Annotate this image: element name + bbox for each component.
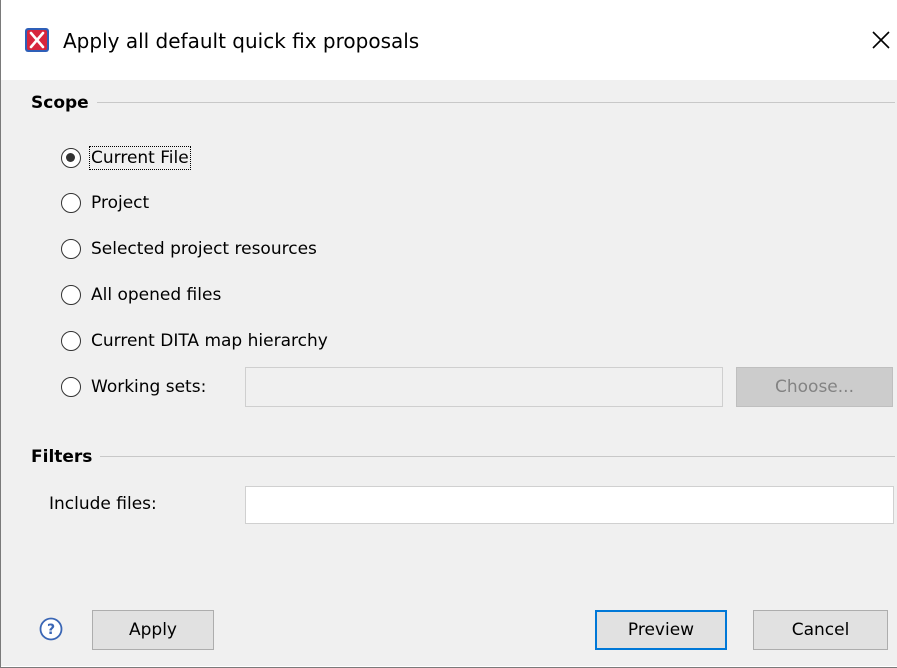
include-files-label: Include files: xyxy=(49,494,157,514)
oxygen-x-logo-icon xyxy=(25,28,49,52)
radio-current-file[interactable]: Current File xyxy=(61,145,191,171)
choose-button: Choose... xyxy=(736,367,893,407)
radio-all-opened-files[interactable]: All opened files xyxy=(61,282,222,308)
preview-button[interactable]: Preview xyxy=(595,610,727,650)
radio-current-file-label: Current File xyxy=(89,146,191,170)
radio-button[interactable] xyxy=(61,239,81,259)
filters-separator xyxy=(31,456,895,457)
radio-button[interactable] xyxy=(61,331,81,351)
filters-group-title: Filters xyxy=(31,446,101,468)
radio-selected-resources-label: Selected project resources xyxy=(91,239,317,259)
scope-group-title: Scope xyxy=(31,92,97,114)
title-bar: Apply all default quick fix proposals xyxy=(1,0,897,80)
quick-fix-dialog: Apply all default quick fix proposals Sc… xyxy=(0,0,897,668)
dialog-title: Apply all default quick fix proposals xyxy=(63,29,420,53)
radio-selected-resources[interactable]: Selected project resources xyxy=(61,236,318,262)
scope-separator xyxy=(31,102,895,103)
apply-button[interactable]: Apply xyxy=(92,610,214,650)
radio-working-sets[interactable]: Working sets: xyxy=(61,374,207,400)
radio-dita-map-hierarchy[interactable]: Current DITA map hierarchy xyxy=(61,328,329,354)
radio-button[interactable] xyxy=(61,193,81,213)
radio-working-sets-label: Working sets: xyxy=(91,377,207,397)
cancel-button[interactable]: Cancel xyxy=(753,610,888,650)
include-files-input[interactable] xyxy=(245,486,894,524)
working-sets-field xyxy=(245,367,723,407)
radio-button[interactable] xyxy=(61,285,81,305)
svg-text:?: ? xyxy=(47,622,55,638)
radio-button-selected[interactable] xyxy=(61,148,81,168)
radio-project-label: Project xyxy=(91,193,150,213)
radio-project[interactable]: Project xyxy=(61,190,150,216)
dialog-content: Scope Current File Project Selected proj… xyxy=(1,80,897,666)
radio-button[interactable] xyxy=(61,377,81,397)
radio-dita-map-hierarchy-label: Current DITA map hierarchy xyxy=(91,331,328,351)
close-icon[interactable] xyxy=(869,28,893,52)
help-icon[interactable]: ? xyxy=(39,617,63,641)
radio-all-opened-files-label: All opened files xyxy=(91,285,222,305)
